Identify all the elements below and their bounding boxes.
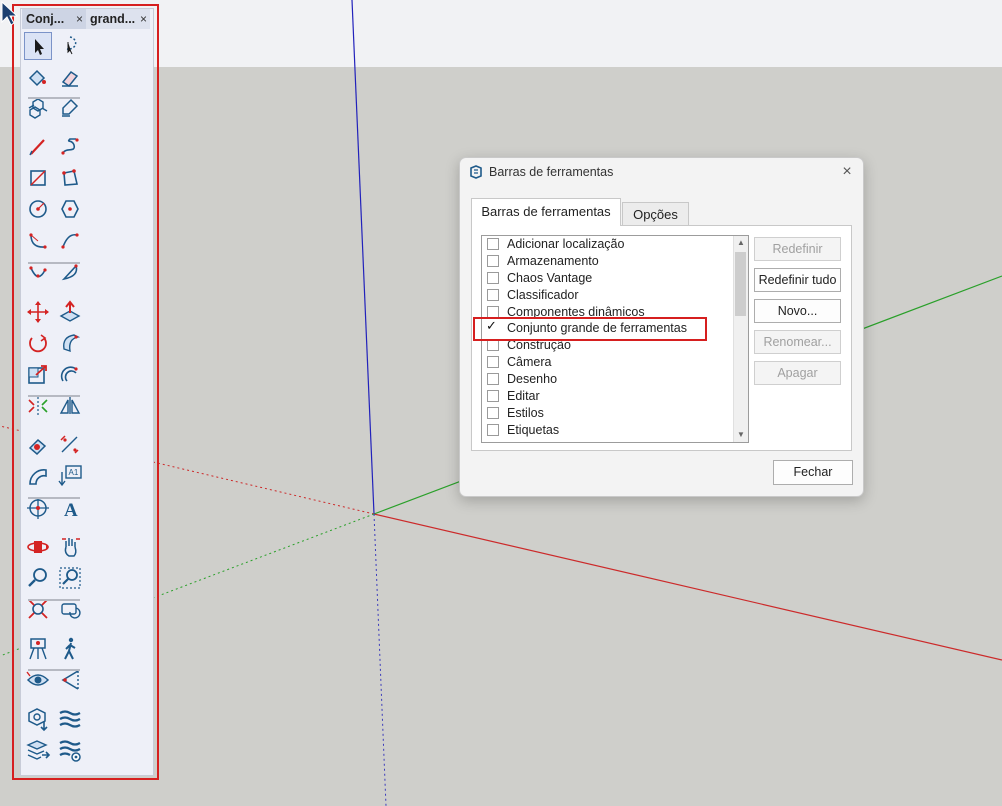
list-item-label: Armazenamento bbox=[507, 254, 599, 268]
toolbar-highlight-box bbox=[12, 4, 159, 780]
checkbox[interactable] bbox=[487, 272, 499, 284]
renomear-button[interactable]: Renomear... bbox=[754, 330, 841, 354]
list-item-label: Estilos bbox=[507, 406, 544, 420]
sketchup-logo-icon bbox=[470, 165, 482, 179]
checkbox[interactable] bbox=[487, 424, 499, 436]
list-item-label: Etiquetas bbox=[507, 423, 560, 437]
list-item[interactable]: Câmera bbox=[482, 354, 734, 371]
checkbox[interactable] bbox=[487, 255, 499, 267]
redefinir-tudo-button[interactable]: Redefinir tudo bbox=[754, 268, 841, 292]
checkbox[interactable] bbox=[487, 289, 499, 301]
list-item[interactable]: Editar bbox=[482, 388, 734, 405]
list-item[interactable]: Classificador bbox=[482, 287, 734, 304]
checkbox[interactable] bbox=[487, 407, 499, 419]
scroll-down-icon[interactable]: ▼ bbox=[734, 428, 748, 442]
list-scrollbar[interactable]: ▲ ▼ bbox=[733, 236, 748, 442]
red-axis bbox=[373, 513, 1002, 661]
close-icon[interactable]: × bbox=[837, 162, 857, 182]
redefinir-button[interactable]: Redefinir bbox=[754, 237, 841, 261]
list-item-label: Desenho bbox=[507, 372, 558, 386]
checkbox[interactable] bbox=[487, 238, 499, 250]
mouse-cursor-icon bbox=[1, 0, 19, 26]
scroll-thumb[interactable] bbox=[735, 252, 746, 316]
list-item-label: Classificador bbox=[507, 288, 579, 302]
list-item[interactable]: Armazenamento bbox=[482, 253, 734, 270]
dialog-title: Barras de ferramentas bbox=[489, 165, 614, 179]
list-item[interactable]: Desenho bbox=[482, 371, 734, 388]
list-item-label: Chaos Vantage bbox=[507, 271, 593, 285]
list-item[interactable]: Estilos bbox=[482, 405, 734, 422]
list-item[interactable]: Adicionar localização bbox=[482, 236, 734, 253]
list-item-label: Adicionar localização bbox=[507, 237, 625, 251]
fechar-button[interactable]: Fechar bbox=[773, 460, 853, 485]
scroll-up-icon[interactable]: ▲ bbox=[734, 236, 748, 250]
list-item-label: Câmera bbox=[507, 355, 552, 369]
tab-barras-de-ferramentas[interactable]: Barras de ferramentas bbox=[471, 198, 621, 226]
list-item[interactable]: Chaos Vantage bbox=[482, 270, 734, 287]
tab-opcoes[interactable]: Opções bbox=[622, 202, 689, 226]
blue-axis bbox=[351, 0, 375, 515]
blue-axis-negative bbox=[373, 513, 387, 806]
checkbox[interactable] bbox=[487, 356, 499, 368]
apagar-button[interactable]: Apagar bbox=[754, 361, 841, 385]
list-item[interactable]: Etiquetas bbox=[482, 422, 734, 439]
list-item-highlight-box bbox=[473, 317, 707, 341]
list-item-label: Editar bbox=[507, 389, 540, 403]
checkbox[interactable] bbox=[487, 390, 499, 402]
novo-button[interactable]: Novo... bbox=[754, 299, 841, 323]
checkbox[interactable] bbox=[487, 373, 499, 385]
